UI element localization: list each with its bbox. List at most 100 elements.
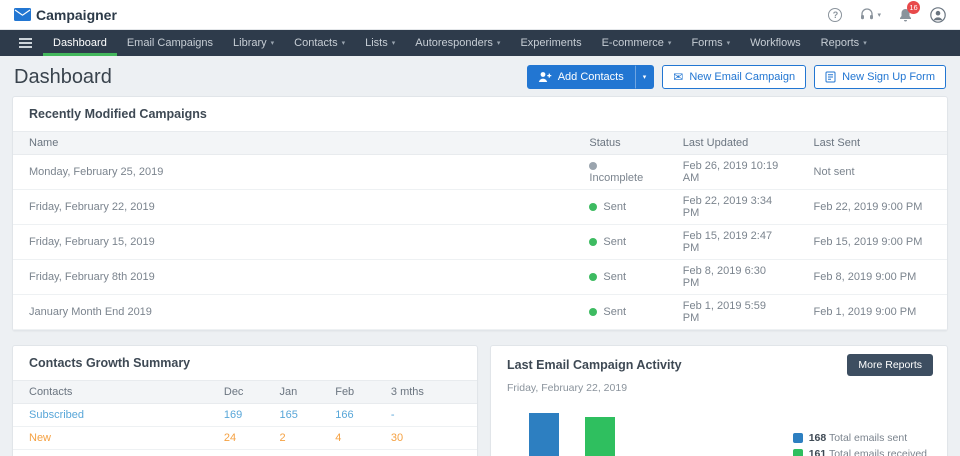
nav-contacts[interactable]: Contacts ▾ [284, 30, 355, 56]
topbar-tools: ? ▾ 16 [828, 0, 946, 23]
contacts-growth-table: Contacts Dec Jan Feb 3 mths Subscribed 1… [13, 380, 477, 456]
chevron-down-icon: ▾ [341, 40, 346, 47]
growth-row: Unsubscribed 0 1 3 4 [13, 449, 477, 456]
metric-value: 4 [319, 426, 375, 450]
card-header: Last Email Campaign Activity More Report… [491, 346, 947, 380]
top-bar: Campaigner ? ▾ 16 [0, 0, 960, 30]
brand-name: Campaigner [36, 6, 117, 23]
metric-subscribed-link[interactable]: Subscribed [29, 409, 84, 421]
legend-swatch [792, 433, 803, 443]
bar-total-emails-received [585, 417, 615, 456]
main-content: Recently Modified Campaigns Name Status … [0, 96, 960, 456]
page-header: Dashboard Add Contacts ▾ ✉ New Email Cam… [0, 56, 960, 96]
question-icon: ? [828, 7, 843, 22]
chevron-down-icon: ▾ [863, 40, 867, 47]
bottom-row: Contacts Growth Summary Contacts Dec Jan… [12, 345, 948, 456]
card-header: Contacts Growth Summary [13, 346, 477, 380]
status-dot [589, 308, 598, 316]
nav-autoresponders[interactable]: Autoresponders ▾ [405, 30, 510, 56]
metric-value: 3 [319, 449, 375, 456]
metric-value: 0 [207, 449, 264, 456]
campaign-last-sent: Feb 22, 2019 9:00 PM [797, 189, 947, 225]
col-last-updated: Last Updated [666, 131, 798, 155]
campaign-name[interactable]: Monday, February 25, 2019 [13, 154, 574, 190]
nav-email-campaigns[interactable]: Email Campaigns [117, 30, 223, 56]
nav-ecommerce[interactable]: E-commerce ▾ [592, 30, 682, 56]
new-signup-form-button[interactable]: New Sign Up Form [814, 65, 946, 89]
recent-campaigns-card: Recently Modified Campaigns Name Status … [12, 96, 948, 331]
chevron-down-icon: ▾ [496, 40, 501, 47]
metric-value: 169 [207, 403, 264, 427]
add-contacts-button[interactable]: Add Contacts [526, 65, 635, 89]
help-button[interactable]: ? [828, 7, 843, 22]
campaign-status: Sent [573, 224, 667, 260]
table-row[interactable]: Friday, February 8th 2019 Sent Feb 8, 20… [13, 259, 947, 295]
campaign-status: Sent [573, 189, 667, 225]
col-name: Name [13, 131, 574, 155]
support-menu-button[interactable]: ▾ [860, 8, 881, 21]
status-dot [589, 162, 598, 170]
campaign-status: Incomplete [573, 154, 667, 190]
nav-forms[interactable]: Forms ▾ [681, 30, 740, 56]
new-email-campaign-button[interactable]: ✉ New Email Campaign [662, 65, 807, 89]
campaign-name[interactable]: Friday, February 22, 2019 [13, 189, 574, 225]
hamburger-icon [19, 42, 32, 44]
campaign-activity-chart: 168 Total emails sent 161 Total emails r… [507, 404, 931, 456]
col-dec: Dec [207, 380, 264, 404]
campaign-status: Sent [573, 259, 667, 295]
table-row[interactable]: Friday, February 22, 2019 Sent Feb 22, 2… [13, 189, 947, 225]
status-dot [589, 203, 598, 211]
table-row[interactable]: January Month End 2019 Sent Feb 1, 2019 … [13, 294, 947, 330]
chevron-down-icon: ▾ [667, 40, 672, 47]
campaign-name[interactable]: Friday, February 15, 2019 [13, 224, 574, 260]
more-reports-button[interactable]: More Reports [847, 354, 933, 376]
campaign-activity-card: Last Email Campaign Activity More Report… [490, 345, 948, 456]
col-last-sent: Last Sent [797, 131, 947, 155]
menu-icon[interactable] [8, 30, 43, 56]
nav-lists[interactable]: Lists ▾ [355, 30, 405, 56]
campaign-last-updated: Feb 22, 2019 3:34 PM [666, 189, 798, 225]
card-header: Recently Modified Campaigns [13, 97, 947, 131]
campaign-last-sent: Feb 1, 2019 9:00 PM [797, 294, 947, 330]
metric-value: 166 [319, 403, 375, 427]
add-contacts-dropdown[interactable]: ▾ [634, 65, 655, 89]
growth-row: New 24 2 4 30 [13, 426, 477, 450]
legend-swatch [792, 449, 803, 456]
metric-new-link[interactable]: New [29, 432, 51, 444]
campaign-name[interactable]: Friday, February 8th 2019 [13, 259, 574, 295]
status-dot [589, 273, 598, 281]
metric-value: 24 [207, 426, 264, 450]
table-row[interactable]: Monday, February 25, 2019 Incomplete Feb… [13, 154, 947, 190]
chevron-down-icon: ▾ [877, 11, 881, 19]
chevron-down-icon: ▾ [391, 40, 396, 47]
campaign-last-sent: Not sent [797, 154, 947, 190]
campaign-status: Sent [573, 294, 667, 330]
col-3mths: 3 mths [374, 380, 477, 404]
campaign-name[interactable]: January Month End 2019 [13, 294, 574, 330]
campaign-last-updated: Feb 26, 2019 10:19 AM [666, 154, 798, 190]
bar-group [515, 406, 743, 456]
col-jan: Jan [263, 380, 320, 404]
nav-workflows[interactable]: Workflows [740, 30, 811, 56]
chevron-down-icon: ▾ [270, 40, 275, 47]
col-feb: Feb [319, 380, 375, 404]
account-menu-button[interactable] [930, 6, 946, 23]
contacts-growth-card: Contacts Growth Summary Contacts Dec Jan… [12, 345, 478, 456]
notifications-button[interactable]: 16 [899, 0, 920, 22]
notification-badge: 16 [907, 0, 920, 14]
nav-dashboard[interactable]: Dashboard [43, 30, 117, 56]
nav-experiments[interactable]: Experiments [510, 30, 591, 56]
legend-item: 161 Total emails received [792, 448, 927, 456]
bar-total-emails-sent [529, 413, 559, 456]
table-row[interactable]: Friday, February 15, 2019 Sent Feb 15, 2… [13, 224, 947, 260]
campaign-last-sent: Feb 8, 2019 9:00 PM [797, 259, 947, 295]
campaigner-logo[interactable]: Campaigner [14, 7, 117, 23]
nav-library[interactable]: Library ▾ [223, 30, 284, 56]
person-plus-icon [538, 72, 551, 82]
recent-campaigns-table: Name Status Last Updated Last Sent Monda… [13, 131, 947, 330]
table-header-row: Name Status Last Updated Last Sent [13, 131, 947, 155]
nav-reports[interactable]: Reports ▾ [811, 30, 877, 56]
page-title: Dashboard [14, 65, 112, 88]
headset-icon [861, 8, 874, 20]
campaign-last-updated: Feb 15, 2019 2:47 PM [666, 224, 798, 260]
